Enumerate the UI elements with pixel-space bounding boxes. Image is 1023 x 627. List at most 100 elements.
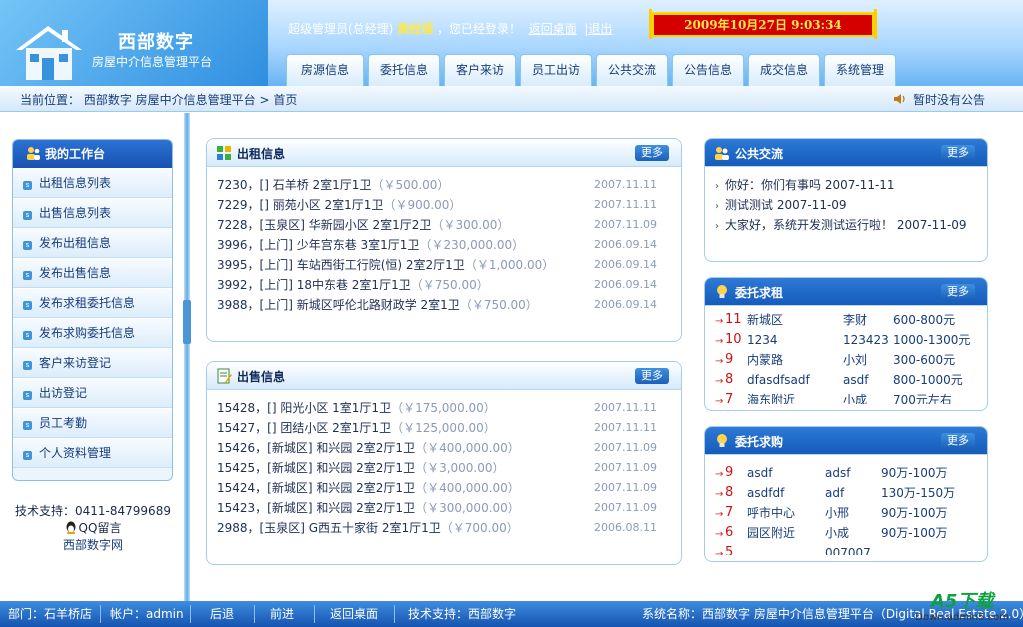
row-contact: adf: [825, 486, 845, 500]
row-price: 90万-100万: [881, 526, 948, 540]
status-divider: [100, 605, 101, 623]
arrow-right-icon: ›: [715, 181, 719, 192]
list-item[interactable]: 15426，[新城区] 和兴园 2室2厅1卫（￥400,000.00） 2007.…: [217, 438, 681, 458]
list-item[interactable]: 15428，[] 阳光小区 1室1厅1卫（￥175,000.00） 2007.11…: [217, 398, 681, 418]
list-item[interactable]: 7230，[] 石羊桥 2室1厅1卫（￥500.00） 2007.11.11: [217, 175, 681, 195]
row-price: 600-800元: [893, 313, 956, 327]
table-row[interactable]: → 7 海东附近 小成 700元左右: [715, 390, 987, 404]
list-item[interactable]: › 你好：你们有事吗 2007-11-11: [715, 175, 987, 195]
sidebar-splitter[interactable]: [184, 113, 190, 601]
rent-more-button[interactable]: 更多: [635, 145, 669, 161]
tab-system[interactable]: 系统管理: [824, 54, 896, 86]
row-area: 新城区: [747, 313, 784, 327]
tab-deals[interactable]: 成交信息: [748, 54, 820, 86]
back-button[interactable]: 后退: [202, 601, 242, 627]
list-item[interactable]: 3995，[上门] 车站西街工行院(恒) 2室2厅1卫（￥1,000.00） 20…: [217, 255, 681, 275]
workbench-menu: 我的工作台 s 出租信息列表 s 出售信息列表 s 发布出租信息 s 发布出售信息 s发…: [12, 139, 173, 481]
item-date: 2007.11.11: [594, 178, 657, 191]
workbench-title-text: 我的工作台: [45, 147, 106, 161]
table-row[interactable]: → 8 asdfdf adf 130万-150万: [715, 483, 987, 503]
return-desktop-link[interactable]: 返回桌面: [529, 22, 577, 36]
tab-visitors[interactable]: 客户来访: [444, 54, 516, 86]
exchange-list: › 你好：你们有事吗 2007-11-11 › 测试测试 2007-11-09 › 大…: [705, 167, 987, 235]
list-item[interactable]: 15427，[] 团结小区 2室1厅1卫（￥125,000.00） 2007.11…: [217, 418, 681, 438]
announcement-notice[interactable]: 暂时没有公告: [893, 91, 985, 108]
sidebar-item-visitor-register[interactable]: s 客户来访登记: [13, 348, 172, 378]
table-row[interactable]: → 9 内蒙路 小刘 300-600元: [715, 350, 987, 370]
sidebar-collapse-handle[interactable]: [183, 300, 191, 344]
welcome-suffix: ，您已经登录！: [437, 22, 522, 36]
sidebar-item-post-rent-request[interactable]: s 发布求租委托信息: [13, 288, 172, 318]
tab-staff-visits[interactable]: 员工出访: [520, 54, 592, 86]
table-row[interactable]: → 8 dfasdfsadf asdf 800-1000元: [715, 370, 987, 390]
sidebar-item-post-sale[interactable]: s 发布出售信息: [13, 258, 172, 288]
table-row[interactable]: → 6 园区附近 小成 90万-100万: [715, 523, 987, 543]
rent-request-title: 委托求租: [735, 286, 784, 300]
buy-request-panel: 委托求购 更多 → 9 asdf adsf 90万-100万 → 8 asdfdf adf 13…: [704, 426, 988, 562]
sidebar-item-label: 出访登记: [39, 386, 88, 400]
site-link[interactable]: 西部数字网: [0, 537, 186, 554]
qq-message-link[interactable]: QQ留言: [0, 520, 186, 537]
item-price: （￥500.00）: [371, 178, 450, 192]
sale-list: 15428，[] 阳光小区 1室1厅1卫（￥175,000.00） 2007.11…: [207, 390, 681, 538]
rent-info-panel: 出租信息 更多 7230，[] 石羊桥 2室1厅1卫（￥500.00） 2007.…: [206, 138, 682, 342]
return-desktop-button[interactable]: 返回桌面: [322, 601, 386, 627]
list-item[interactable]: 15423，[新城区] 和兴园 2室2厅1卫（￥300,000.00） 2007.…: [217, 498, 681, 518]
breadcrumb-bar: 当前位置： 西部数字 房屋中介信息管理平台 > 首页 暂时没有公告: [0, 86, 1023, 112]
bullet-icon: s: [23, 391, 32, 400]
buy-request-more-button[interactable]: 更多: [941, 433, 975, 449]
row-number: 7: [725, 505, 734, 520]
bullet-icon: s: [23, 181, 32, 190]
table-row[interactable]: → 7 呼市中心 小邢 90万-100万: [715, 503, 987, 523]
tab-exchange[interactable]: 公共交流: [596, 54, 668, 86]
row-price: 700元左右: [893, 393, 952, 404]
tab-entrust[interactable]: 委托信息: [368, 54, 440, 86]
sidebar-item-sale-list[interactable]: s 出售信息列表: [13, 198, 172, 228]
list-item[interactable]: 3996，[上门] 少年宫东巷 3室1厅1卫（￥230,000.00） 2006.…: [217, 235, 681, 255]
list-item[interactable]: › 测试测试 2007-11-09: [715, 195, 987, 215]
table-row[interactable]: → 11 新城区 李财 600-800元: [715, 310, 987, 330]
arrow-right-icon: →: [715, 549, 724, 555]
table-row[interactable]: → 10 1234 123423 1000-1300元: [715, 330, 987, 350]
sale-more-button[interactable]: 更多: [635, 368, 669, 384]
list-item[interactable]: 3992，[上门] 18中东巷 2室1厅1卫（￥750.00） 2006.09.1…: [217, 275, 681, 295]
forward-button[interactable]: 前进: [262, 601, 302, 627]
item-text: 2988，[玉泉区] G西五十家街 2室1厅1卫: [217, 521, 441, 535]
row-area: 内蒙路: [747, 353, 784, 367]
row-contact: asdf: [843, 373, 869, 387]
logout-link[interactable]: 退出: [588, 22, 612, 36]
item-text: 你好：你们有事吗 2007-11-11: [725, 178, 895, 192]
sidebar-item-visit-register[interactable]: s 出访登记: [13, 378, 172, 408]
sidebar-item-label: 员工考勤: [39, 416, 88, 430]
item-price: （￥1,000.00）: [464, 258, 555, 272]
tab-announcements[interactable]: 公告信息: [672, 54, 744, 86]
bullet-icon: s: [23, 451, 32, 460]
item-date: 2006.08.11: [594, 521, 657, 534]
sidebar: 我的工作台 s 出租信息列表 s 出售信息列表 s 发布出租信息 s 发布出售信息 s发…: [0, 113, 186, 601]
row-price: 300-600元: [893, 353, 956, 367]
list-item[interactable]: 2988，[玉泉区] G西五十家街 2室1厅1卫（￥700.00） 2006.08…: [217, 518, 681, 538]
list-item[interactable]: 15424，[新城区] 和兴园 2室2厅1卫（￥400,000.00） 2007.…: [217, 478, 681, 498]
rent-request-more-button[interactable]: 更多: [941, 284, 975, 300]
tab-listings[interactable]: 房源信息: [286, 54, 364, 86]
table-row[interactable]: → 5 007007: [715, 543, 987, 555]
sidebar-item-post-buy-request[interactable]: s 发布求购委托信息: [13, 318, 172, 348]
sidebar-item-label: 个人资料管理: [39, 446, 112, 460]
list-item[interactable]: 7229，[] 丽苑小区 2室1厅1卫（￥900.00） 2007.11.11: [217, 195, 681, 215]
row-contact: 小成: [843, 393, 868, 404]
list-item[interactable]: › 大家好，系统开发测试运行啦！ 2007-11-09: [715, 215, 987, 235]
sidebar-item-profile[interactable]: s 个人资料管理: [13, 438, 172, 468]
sidebar-item-post-rent[interactable]: s 发布出租信息: [13, 228, 172, 258]
list-item[interactable]: 7228，[玉泉区] 华新园小区 2室1厅2卫（￥300.00） 2007.11.…: [217, 215, 681, 235]
table-row[interactable]: → 9 asdf adsf 90万-100万: [715, 463, 987, 483]
logo-subtitle: 房屋中介信息管理平台: [92, 55, 213, 69]
exchange-more-button[interactable]: 更多: [941, 145, 975, 161]
row-price: 130万-150万: [881, 486, 956, 500]
list-item[interactable]: 3988，[上门] 新城区呼伦北路财政学 2室1卫（￥750.00） 2006.0…: [217, 295, 681, 315]
welcome-text: 超级管理员(总经理) 黄经理 ，您已经登录！ 返回桌面 |退出: [288, 20, 612, 37]
speaker-icon: [893, 94, 905, 104]
sidebar-item-rent-list[interactable]: s 出租信息列表: [13, 168, 172, 198]
buy-request-list: → 9 asdf adsf 90万-100万 → 8 asdfdf adf 130万-150万 …: [705, 455, 987, 555]
sidebar-item-attendance[interactable]: s 员工考勤: [13, 408, 172, 438]
list-item[interactable]: 15425，[新城区] 和兴园 2室2厅1卫（￥3,000.00） 2007.11…: [217, 458, 681, 478]
